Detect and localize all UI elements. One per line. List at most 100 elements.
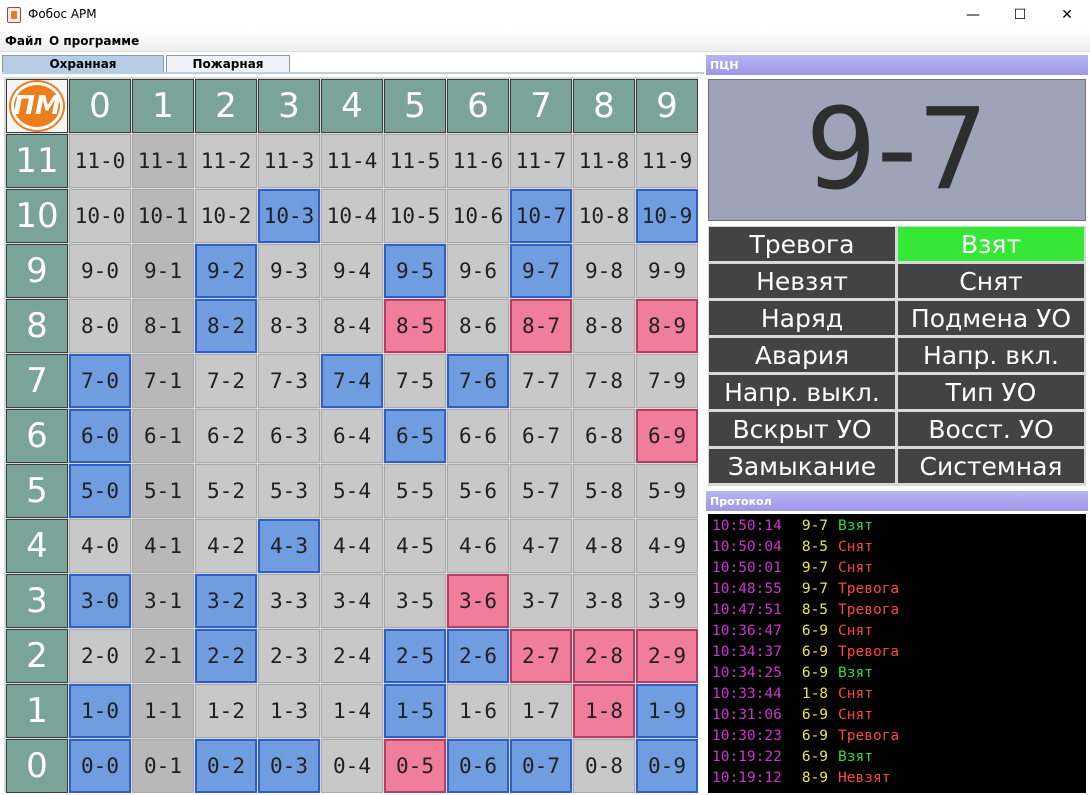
zone-cell-2-3[interactable]: 2-3 bbox=[258, 629, 320, 683]
zone-cell-10-2[interactable]: 10-2 bbox=[195, 189, 257, 243]
zone-cell-2-2[interactable]: 2-2 bbox=[195, 629, 257, 683]
zone-cell-4-7[interactable]: 4-7 bbox=[510, 519, 572, 573]
zone-cell-8-0[interactable]: 8-0 bbox=[69, 299, 131, 353]
zone-cell-4-9[interactable]: 4-9 bbox=[636, 519, 698, 573]
zone-cell-1-2[interactable]: 1-2 bbox=[195, 684, 257, 738]
zone-cell-2-7[interactable]: 2-7 bbox=[510, 629, 572, 683]
zone-cell-8-5[interactable]: 8-5 bbox=[384, 299, 446, 353]
zone-cell-7-6[interactable]: 7-6 bbox=[447, 354, 509, 408]
zone-cell-0-1[interactable]: 0-1 bbox=[132, 739, 194, 793]
zone-cell-9-8[interactable]: 9-8 bbox=[573, 244, 635, 298]
zone-cell-1-1[interactable]: 1-1 bbox=[132, 684, 194, 738]
zone-cell-5-0[interactable]: 5-0 bbox=[69, 464, 131, 518]
zone-cell-11-9[interactable]: 11-9 bbox=[636, 134, 698, 188]
zone-cell-10-5[interactable]: 10-5 bbox=[384, 189, 446, 243]
zone-cell-8-4[interactable]: 8-4 bbox=[321, 299, 383, 353]
zone-cell-10-3[interactable]: 10-3 bbox=[258, 189, 320, 243]
zone-cell-4-3[interactable]: 4-3 bbox=[258, 519, 320, 573]
zone-cell-1-7[interactable]: 1-7 bbox=[510, 684, 572, 738]
zone-cell-6-2[interactable]: 6-2 bbox=[195, 409, 257, 463]
zone-cell-3-0[interactable]: 3-0 bbox=[69, 574, 131, 628]
zone-cell-0-3[interactable]: 0-3 bbox=[258, 739, 320, 793]
zone-cell-7-0[interactable]: 7-0 bbox=[69, 354, 131, 408]
zone-cell-1-4[interactable]: 1-4 bbox=[321, 684, 383, 738]
zone-cell-7-8[interactable]: 7-8 bbox=[573, 354, 635, 408]
zone-cell-10-8[interactable]: 10-8 bbox=[573, 189, 635, 243]
zone-cell-2-8[interactable]: 2-8 bbox=[573, 629, 635, 683]
status-button-6[interactable]: Авария bbox=[708, 337, 896, 373]
zone-cell-7-9[interactable]: 7-9 bbox=[636, 354, 698, 408]
zone-cell-1-0[interactable]: 1-0 bbox=[69, 684, 131, 738]
zone-cell-6-9[interactable]: 6-9 bbox=[636, 409, 698, 463]
tab-fire-protection[interactable]: Пожарная охрана bbox=[166, 55, 290, 87]
zone-cell-7-4[interactable]: 7-4 bbox=[321, 354, 383, 408]
status-button-0[interactable]: Тревога bbox=[708, 226, 896, 262]
menu-about[interactable]: О программе bbox=[49, 34, 139, 48]
zone-cell-3-4[interactable]: 3-4 bbox=[321, 574, 383, 628]
status-button-5[interactable]: Подмена УО bbox=[897, 300, 1085, 336]
status-button-9[interactable]: Тип УО bbox=[897, 374, 1085, 410]
zone-cell-9-5[interactable]: 9-5 bbox=[384, 244, 446, 298]
zone-cell-6-5[interactable]: 6-5 bbox=[384, 409, 446, 463]
zone-cell-10-1[interactable]: 10-1 bbox=[132, 189, 194, 243]
zone-cell-11-8[interactable]: 11-8 bbox=[573, 134, 635, 188]
zone-cell-9-3[interactable]: 9-3 bbox=[258, 244, 320, 298]
zone-cell-1-9[interactable]: 1-9 bbox=[636, 684, 698, 738]
zone-cell-1-5[interactable]: 1-5 bbox=[384, 684, 446, 738]
zone-cell-11-1[interactable]: 11-1 bbox=[132, 134, 194, 188]
minimize-button[interactable]: — bbox=[950, 0, 996, 30]
zone-cell-5-2[interactable]: 5-2 bbox=[195, 464, 257, 518]
menu-file[interactable]: Файл bbox=[5, 34, 42, 48]
zone-cell-4-5[interactable]: 4-5 bbox=[384, 519, 446, 573]
zone-cell-10-9[interactable]: 10-9 bbox=[636, 189, 698, 243]
zone-cell-2-0[interactable]: 2-0 bbox=[69, 629, 131, 683]
zone-cell-10-7[interactable]: 10-7 bbox=[510, 189, 572, 243]
zone-cell-5-4[interactable]: 5-4 bbox=[321, 464, 383, 518]
protocol-log[interactable]: 10:50:14 9-7 Взят 10:50:04 8-5 Снят 10:50:01 9-… bbox=[708, 514, 1086, 793]
zone-cell-2-6[interactable]: 2-6 bbox=[447, 629, 509, 683]
zone-cell-8-8[interactable]: 8-8 bbox=[573, 299, 635, 353]
zone-cell-8-9[interactable]: 8-9 bbox=[636, 299, 698, 353]
status-button-2[interactable]: Невзят bbox=[708, 263, 896, 299]
zone-cell-11-6[interactable]: 11-6 bbox=[447, 134, 509, 188]
zone-cell-10-0[interactable]: 10-0 bbox=[69, 189, 131, 243]
zone-cell-9-9[interactable]: 9-9 bbox=[636, 244, 698, 298]
zone-cell-5-6[interactable]: 5-6 bbox=[447, 464, 509, 518]
zone-cell-7-2[interactable]: 7-2 bbox=[195, 354, 257, 408]
zone-cell-8-6[interactable]: 8-6 bbox=[447, 299, 509, 353]
zone-cell-7-5[interactable]: 7-5 bbox=[384, 354, 446, 408]
zone-cell-0-0[interactable]: 0-0 bbox=[69, 739, 131, 793]
zone-cell-5-1[interactable]: 5-1 bbox=[132, 464, 194, 518]
zone-cell-3-2[interactable]: 3-2 bbox=[195, 574, 257, 628]
zone-cell-9-7[interactable]: 9-7 bbox=[510, 244, 572, 298]
zone-cell-6-7[interactable]: 6-7 bbox=[510, 409, 572, 463]
status-button-11[interactable]: Восст. УО bbox=[897, 411, 1085, 447]
zone-cell-1-3[interactable]: 1-3 bbox=[258, 684, 320, 738]
zone-cell-11-2[interactable]: 11-2 bbox=[195, 134, 257, 188]
zone-cell-11-0[interactable]: 11-0 bbox=[69, 134, 131, 188]
zone-cell-8-7[interactable]: 8-7 bbox=[510, 299, 572, 353]
zone-cell-3-1[interactable]: 3-1 bbox=[132, 574, 194, 628]
zone-cell-10-4[interactable]: 10-4 bbox=[321, 189, 383, 243]
zone-cell-7-1[interactable]: 7-1 bbox=[132, 354, 194, 408]
status-button-8[interactable]: Напр. выкл. bbox=[708, 374, 896, 410]
zone-cell-6-1[interactable]: 6-1 bbox=[132, 409, 194, 463]
zone-cell-11-7[interactable]: 11-7 bbox=[510, 134, 572, 188]
zone-cell-1-6[interactable]: 1-6 bbox=[447, 684, 509, 738]
zone-cell-6-0[interactable]: 6-0 bbox=[69, 409, 131, 463]
status-button-10[interactable]: Вскрыт УО bbox=[708, 411, 896, 447]
zone-cell-3-7[interactable]: 3-7 bbox=[510, 574, 572, 628]
zone-cell-6-8[interactable]: 6-8 bbox=[573, 409, 635, 463]
zone-cell-3-8[interactable]: 3-8 bbox=[573, 574, 635, 628]
status-button-12[interactable]: Замыкание bbox=[708, 448, 896, 484]
zone-cell-3-3[interactable]: 3-3 bbox=[258, 574, 320, 628]
zone-cell-8-2[interactable]: 8-2 bbox=[195, 299, 257, 353]
zone-cell-5-9[interactable]: 5-9 bbox=[636, 464, 698, 518]
zone-cell-9-2[interactable]: 9-2 bbox=[195, 244, 257, 298]
zone-cell-6-3[interactable]: 6-3 bbox=[258, 409, 320, 463]
zone-cell-8-1[interactable]: 8-1 bbox=[132, 299, 194, 353]
zone-cell-11-5[interactable]: 11-5 bbox=[384, 134, 446, 188]
zone-cell-0-9[interactable]: 0-9 bbox=[636, 739, 698, 793]
zone-cell-7-7[interactable]: 7-7 bbox=[510, 354, 572, 408]
zone-cell-3-9[interactable]: 3-9 bbox=[636, 574, 698, 628]
